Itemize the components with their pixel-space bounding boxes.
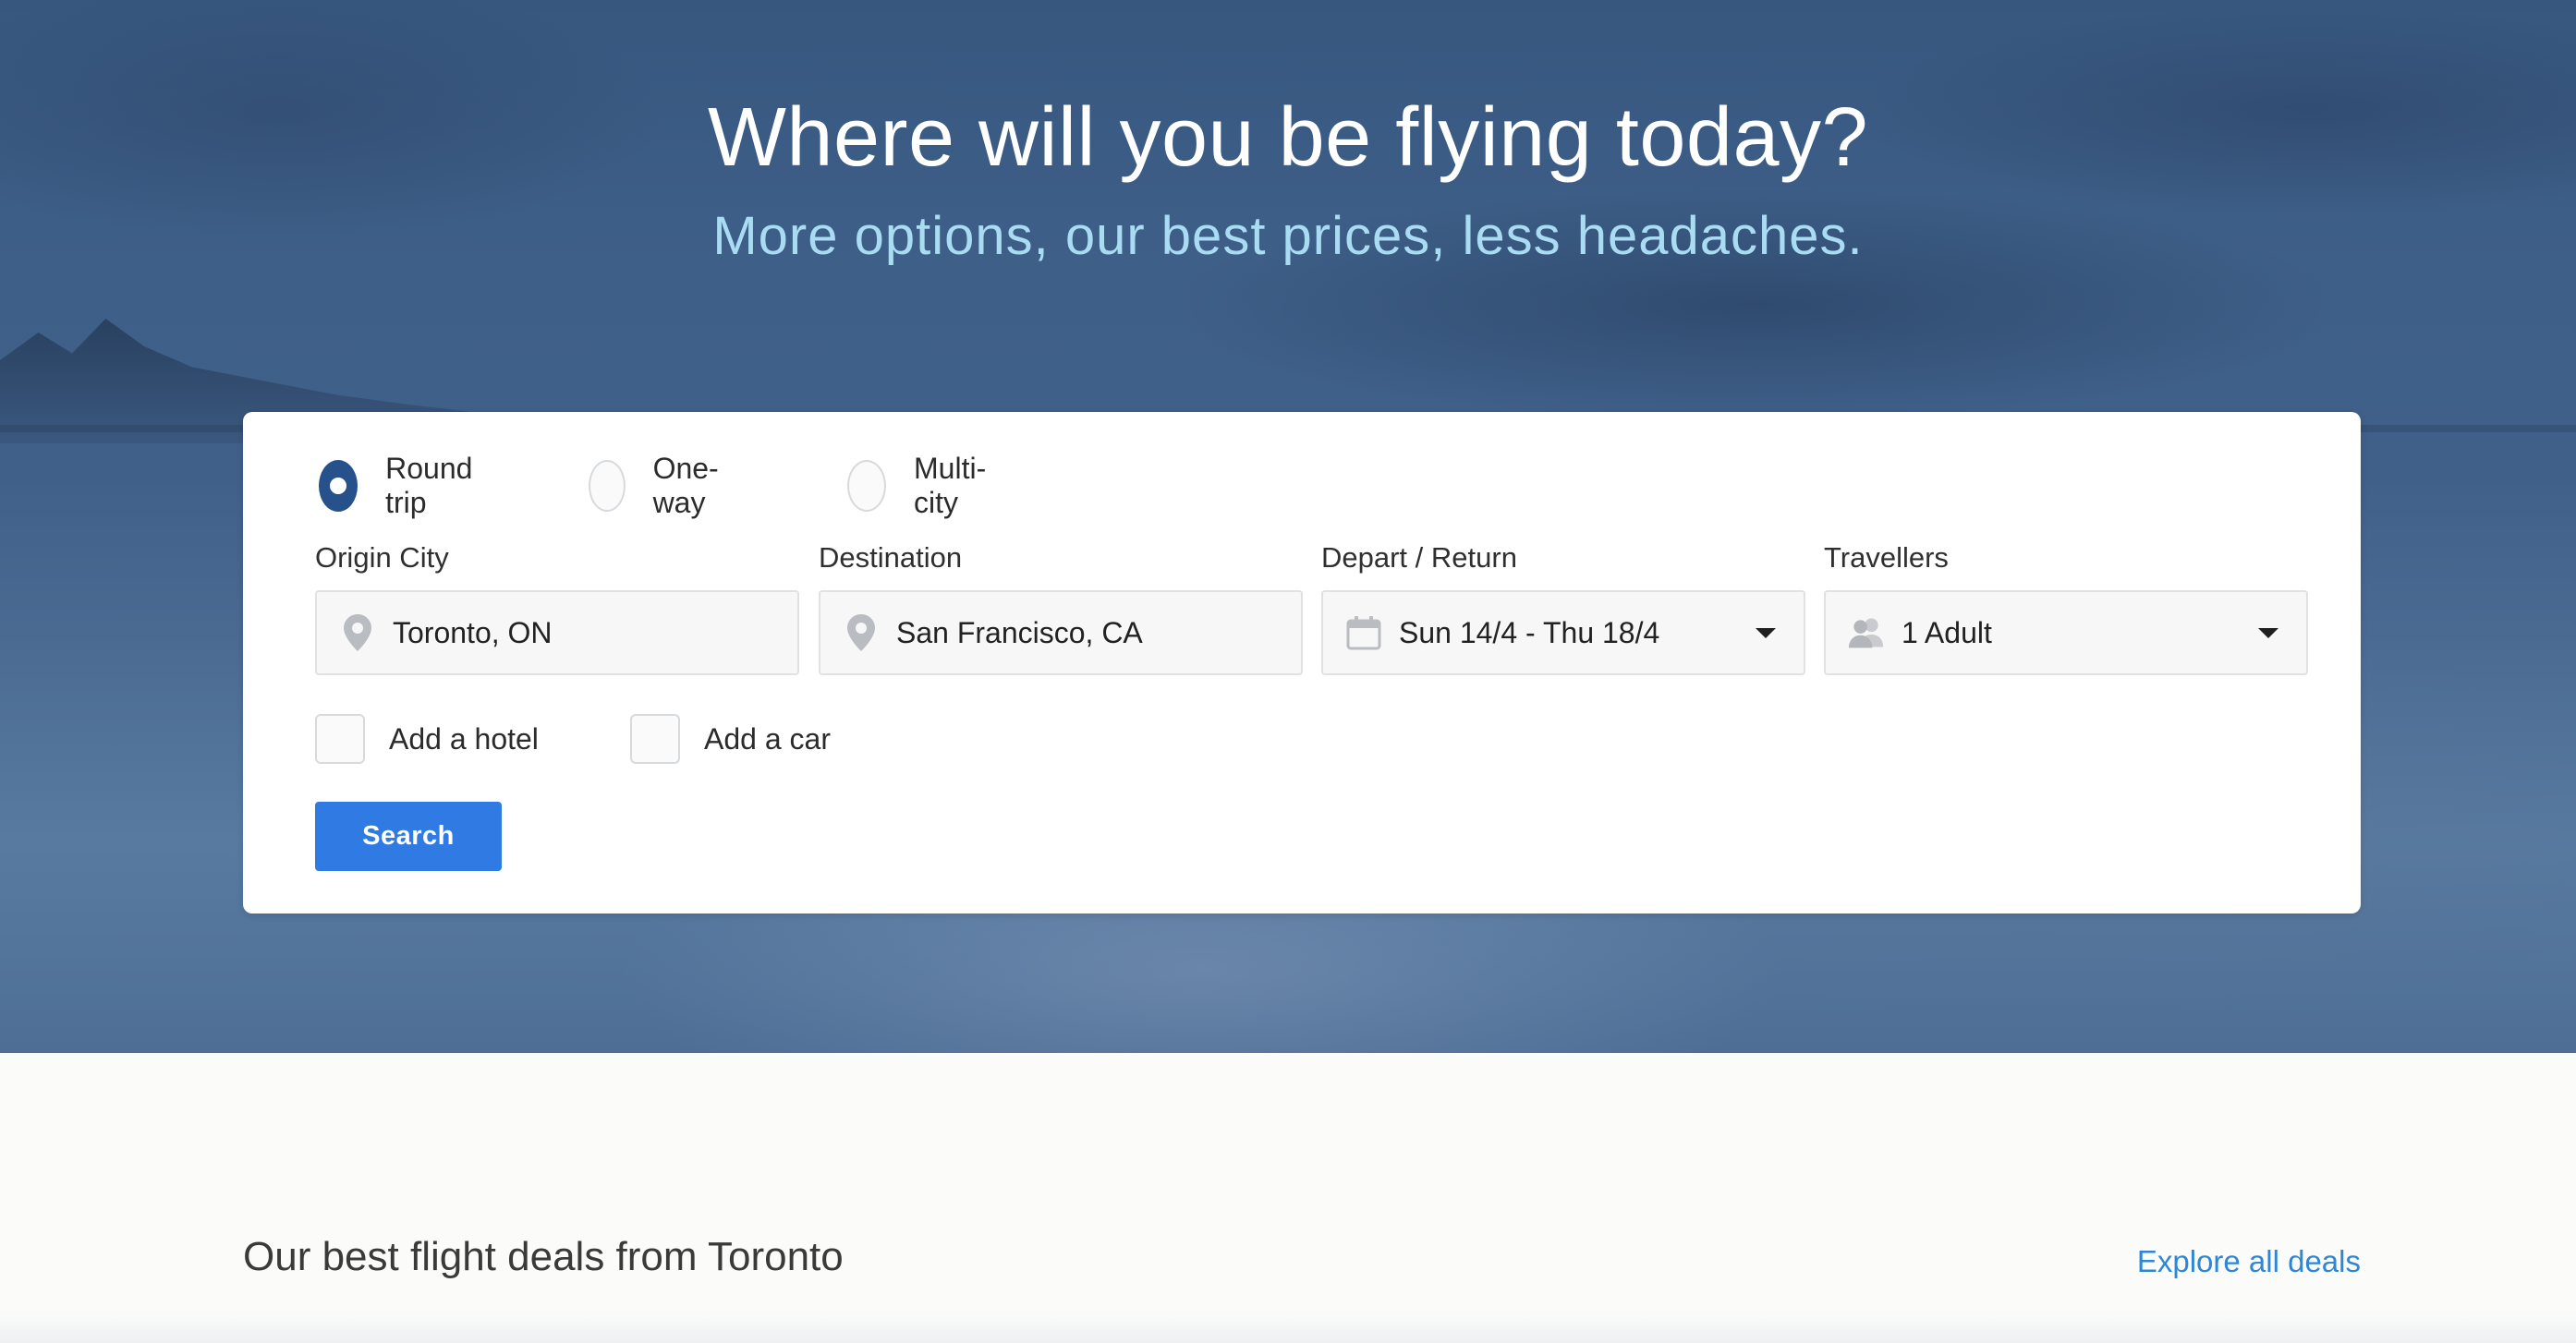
travellers-label: Travellers: [1824, 541, 1949, 574]
add-car-label: Add a car: [704, 721, 831, 756]
trip-type-multi-city[interactable]: Multi-city: [847, 452, 999, 519]
origin-value: Toronto, ON: [393, 615, 553, 649]
travellers-value: 1 Adult: [1902, 615, 1992, 649]
radio-unselected-icon[interactable]: [589, 460, 626, 512]
hero-title: Where will you be flying today?: [707, 91, 1869, 184]
add-hotel-checkbox[interactable]: Add a hotel: [315, 713, 539, 765]
chevron-down-icon[interactable]: [1756, 627, 1776, 638]
section-divider: [0, 1312, 2576, 1343]
add-hotel-label: Add a hotel: [389, 721, 539, 756]
chevron-down-icon[interactable]: [2258, 627, 2278, 638]
trip-type-label: Round trip: [385, 452, 473, 519]
add-car-checkbox[interactable]: Add a car: [630, 713, 831, 765]
dates-label: Depart / Return: [1321, 541, 1517, 574]
radio-selected-icon[interactable]: [319, 460, 358, 512]
destination-input[interactable]: San Francisco, CA: [819, 590, 1303, 675]
trip-type-round-trip[interactable]: Round trip: [319, 452, 485, 519]
deals-section-title: Our best flight deals from Toronto: [243, 1234, 844, 1279]
checkbox-unchecked-icon[interactable]: [315, 714, 365, 764]
calendar-icon: [1345, 612, 1382, 653]
hero-subtitle: More options, our best prices, less head…: [712, 206, 1864, 266]
origin-input[interactable]: Toronto, ON: [315, 590, 799, 675]
people-icon: [1848, 612, 1885, 653]
map-pin-icon: [339, 612, 376, 653]
dates-value: Sun 14/4 - Thu 18/4: [1399, 615, 1660, 649]
trip-type-one-way[interactable]: One-way: [589, 452, 734, 519]
checkbox-unchecked-icon[interactable]: [630, 714, 680, 764]
destination-value: San Francisco, CA: [896, 615, 1143, 649]
trip-type-label: Multi-city: [914, 452, 987, 519]
dates-dropdown[interactable]: Sun 14/4 - Thu 18/4: [1321, 590, 1805, 675]
trip-type-label: One-way: [652, 452, 719, 519]
map-pin-icon: [843, 612, 880, 653]
explore-all-deals-link[interactable]: Explore all deals: [2137, 1244, 2361, 1279]
origin-label: Origin City: [315, 541, 449, 574]
flight-search-card: Round trip One-way Multi-city Origin Cit…: [243, 412, 2361, 913]
search-button[interactable]: Search: [315, 802, 502, 871]
destination-label: Destination: [819, 541, 963, 574]
hero-banner: Where will you be flying today? More opt…: [0, 0, 2576, 1053]
travellers-dropdown[interactable]: 1 Adult: [1824, 590, 2308, 675]
radio-unselected-icon[interactable]: [847, 460, 886, 512]
